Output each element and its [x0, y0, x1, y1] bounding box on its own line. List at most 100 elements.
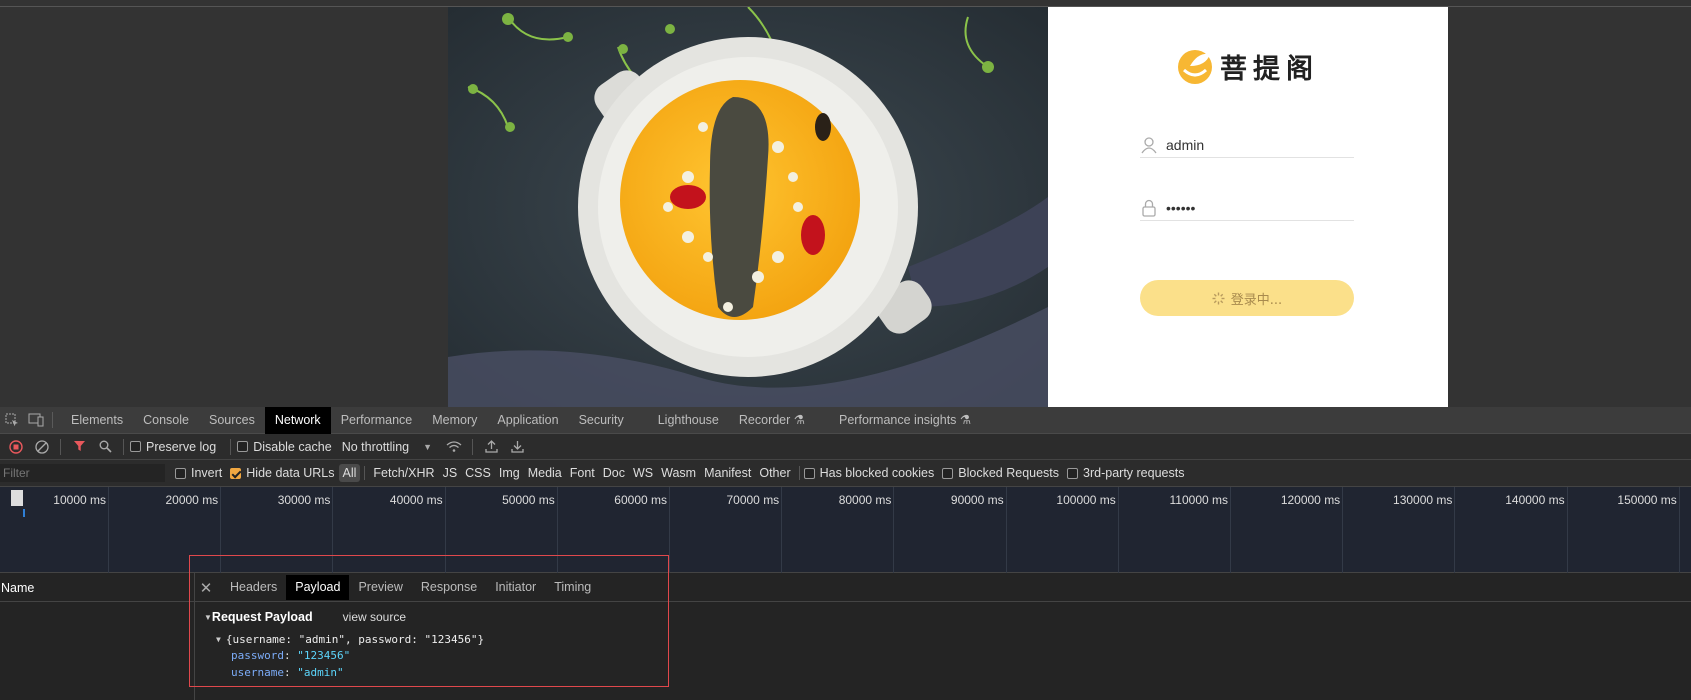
tab-console[interactable]: Console [133, 407, 199, 434]
property-value: "123456" [297, 649, 351, 662]
timeline-tick: 120000 ms [1281, 487, 1344, 573]
login-button-label: 登录中... [1230, 292, 1283, 308]
disable-cache-label: Disable cache [253, 439, 332, 454]
password-input[interactable] [1166, 199, 1346, 216]
login-panel: 菩提阁 登录中... [1048, 7, 1448, 407]
timeline-tick-label: 20000 ms [165, 493, 219, 507]
tab-response[interactable]: Response [412, 575, 486, 600]
invert-checkbox[interactable]: Invert [175, 466, 222, 480]
filter-type-wasm[interactable]: Wasm [657, 464, 700, 482]
network-filter-bar: Invert Hide data URLs All Fetch/XHR JS C… [0, 460, 1691, 487]
tab-recorder[interactable]: Recorder ⚗ [729, 407, 815, 434]
timeline-tick: 150000 ms [1617, 487, 1680, 573]
third-party-requests-box[interactable] [1067, 467, 1079, 479]
invert-box[interactable] [175, 467, 186, 479]
filter-icon[interactable] [67, 435, 91, 459]
tab-preview[interactable]: Preview [349, 575, 411, 600]
filter-type-other[interactable]: Other [755, 464, 794, 482]
preserve-log-checkbox[interactable]: Preserve log [130, 440, 216, 454]
tab-memory[interactable]: Memory [422, 407, 487, 434]
flask-icon: ⚗ [959, 412, 972, 427]
tab-network[interactable]: Network [264, 406, 331, 434]
inspect-element-icon[interactable] [0, 407, 24, 434]
preserve-log-label: Preserve log [146, 439, 217, 454]
preserve-log-box[interactable] [130, 441, 141, 452]
tab-timing[interactable]: Timing [545, 575, 600, 600]
timeline-tick: 30000 ms [278, 487, 334, 573]
filter-input[interactable] [0, 464, 165, 482]
timeline-tick: 90000 ms [951, 487, 1007, 573]
tab-headers[interactable]: Headers [221, 575, 286, 600]
disable-cache-box[interactable] [237, 441, 249, 452]
third-party-requests-checkbox[interactable]: 3rd-party requests [1067, 466, 1184, 480]
toolbar-separator [230, 438, 232, 455]
tab-application[interactable]: Application [487, 407, 568, 434]
hide-data-urls-checkbox[interactable]: Hide data URLs [230, 466, 335, 480]
has-blocked-cookies-box[interactable] [803, 467, 815, 479]
tab-sources[interactable]: Sources [199, 407, 265, 434]
filter-type-css[interactable]: CSS [461, 464, 495, 482]
filter-type-js[interactable]: JS [439, 464, 462, 482]
request-detail-tabs: ✕ Headers Payload Preview Response Initi… [195, 573, 600, 602]
timeline-tick-label: 50000 ms [502, 493, 555, 507]
import-har-icon[interactable] [479, 435, 503, 459]
close-icon[interactable]: ✕ [195, 579, 217, 597]
has-blocked-cookies-checkbox[interactable]: Has blocked cookies [803, 466, 934, 480]
password-field[interactable] [1140, 195, 1354, 221]
tab-security[interactable]: Security [569, 407, 634, 434]
username-input[interactable] [1166, 136, 1346, 153]
disable-cache-checkbox[interactable]: Disable cache [237, 440, 332, 454]
toolbar-separator [60, 438, 61, 455]
view-source-link[interactable]: view source [343, 610, 406, 624]
hide-data-urls-box[interactable] [230, 467, 242, 479]
page-viewport: 菩提阁 登录中... [0, 0, 1691, 407]
filter-type-manifest[interactable]: Manifest [700, 464, 755, 482]
loading-spinner-icon [1212, 292, 1225, 304]
tab-payload[interactable]: Payload [286, 575, 350, 600]
login-button[interactable]: 登录中... [1140, 280, 1354, 316]
expand-triangle-icon[interactable]: ▼ [216, 635, 221, 644]
throttling-select[interactable]: No throttling ▼ [342, 440, 432, 454]
filter-type-doc[interactable]: Doc [599, 464, 629, 482]
timeline-tick: 70000 ms [726, 487, 783, 573]
blocked-requests-checkbox[interactable]: Blocked Requests [942, 466, 1059, 480]
export-har-icon[interactable] [505, 435, 529, 459]
timeline-tick-label: 10000 ms [53, 493, 106, 507]
network-toolbar: Preserve log Disable cache No throttling… [0, 434, 1691, 460]
tab-performance[interactable]: Performance [331, 407, 423, 434]
tab-performance-insights-label: Performance insights [839, 412, 957, 427]
network-overview-timeline[interactable]: 10000 ms 20000 ms 30000 ms 40000 ms 50000 ms… [0, 487, 1691, 573]
payload-property: username: "admin" [204, 664, 664, 681]
filter-type-media[interactable]: Media [524, 464, 566, 482]
expand-triangle-icon[interactable]: ▼ [204, 613, 212, 622]
search-icon[interactable] [93, 435, 117, 459]
leaf-bowl-icon [1178, 49, 1212, 84]
username-field[interactable] [1140, 132, 1354, 158]
name-column-header[interactable]: Name [1, 581, 34, 595]
clear-icon[interactable] [30, 435, 54, 459]
timeline-tick-label: 70000 ms [726, 493, 780, 507]
payload-object-summary[interactable]: ▼ {username: "admin", password: "123456"… [204, 631, 664, 647]
payload-panel: ▼ Request Payload view source ▼ {usernam… [204, 609, 664, 681]
filter-type-fetch-xhr[interactable]: Fetch/XHR [369, 464, 438, 482]
filter-type-font[interactable]: Font [566, 464, 599, 482]
toolbar-separator [123, 438, 124, 455]
request-payload-header[interactable]: ▼ Request Payload view source [204, 609, 664, 625]
tab-elements[interactable]: Elements [61, 407, 133, 434]
flask-icon: ⚗ [793, 412, 806, 427]
record-stop-icon[interactable] [4, 435, 28, 459]
timeline-overview-handle[interactable] [11, 490, 23, 506]
timeline-tick: 110000 ms [1170, 487, 1231, 573]
tab-lighthouse[interactable]: Lighthouse [648, 407, 729, 434]
tab-initiator[interactable]: Initiator [486, 575, 545, 600]
network-conditions-icon[interactable] [442, 435, 466, 459]
filter-type-img[interactable]: Img [495, 464, 524, 482]
timeline-tick-label: 40000 ms [389, 493, 443, 507]
device-toolbar-icon[interactable] [24, 407, 48, 434]
payload-summary-text: {username: "admin", password: "123456"} [225, 632, 485, 646]
tab-performance-insights[interactable]: Performance insights ⚗ [829, 407, 981, 434]
timeline-tick: 100000 ms [1056, 487, 1119, 573]
blocked-requests-box[interactable] [942, 467, 954, 479]
filter-type-all[interactable]: All [338, 464, 361, 482]
filter-type-ws[interactable]: WS [629, 464, 657, 482]
